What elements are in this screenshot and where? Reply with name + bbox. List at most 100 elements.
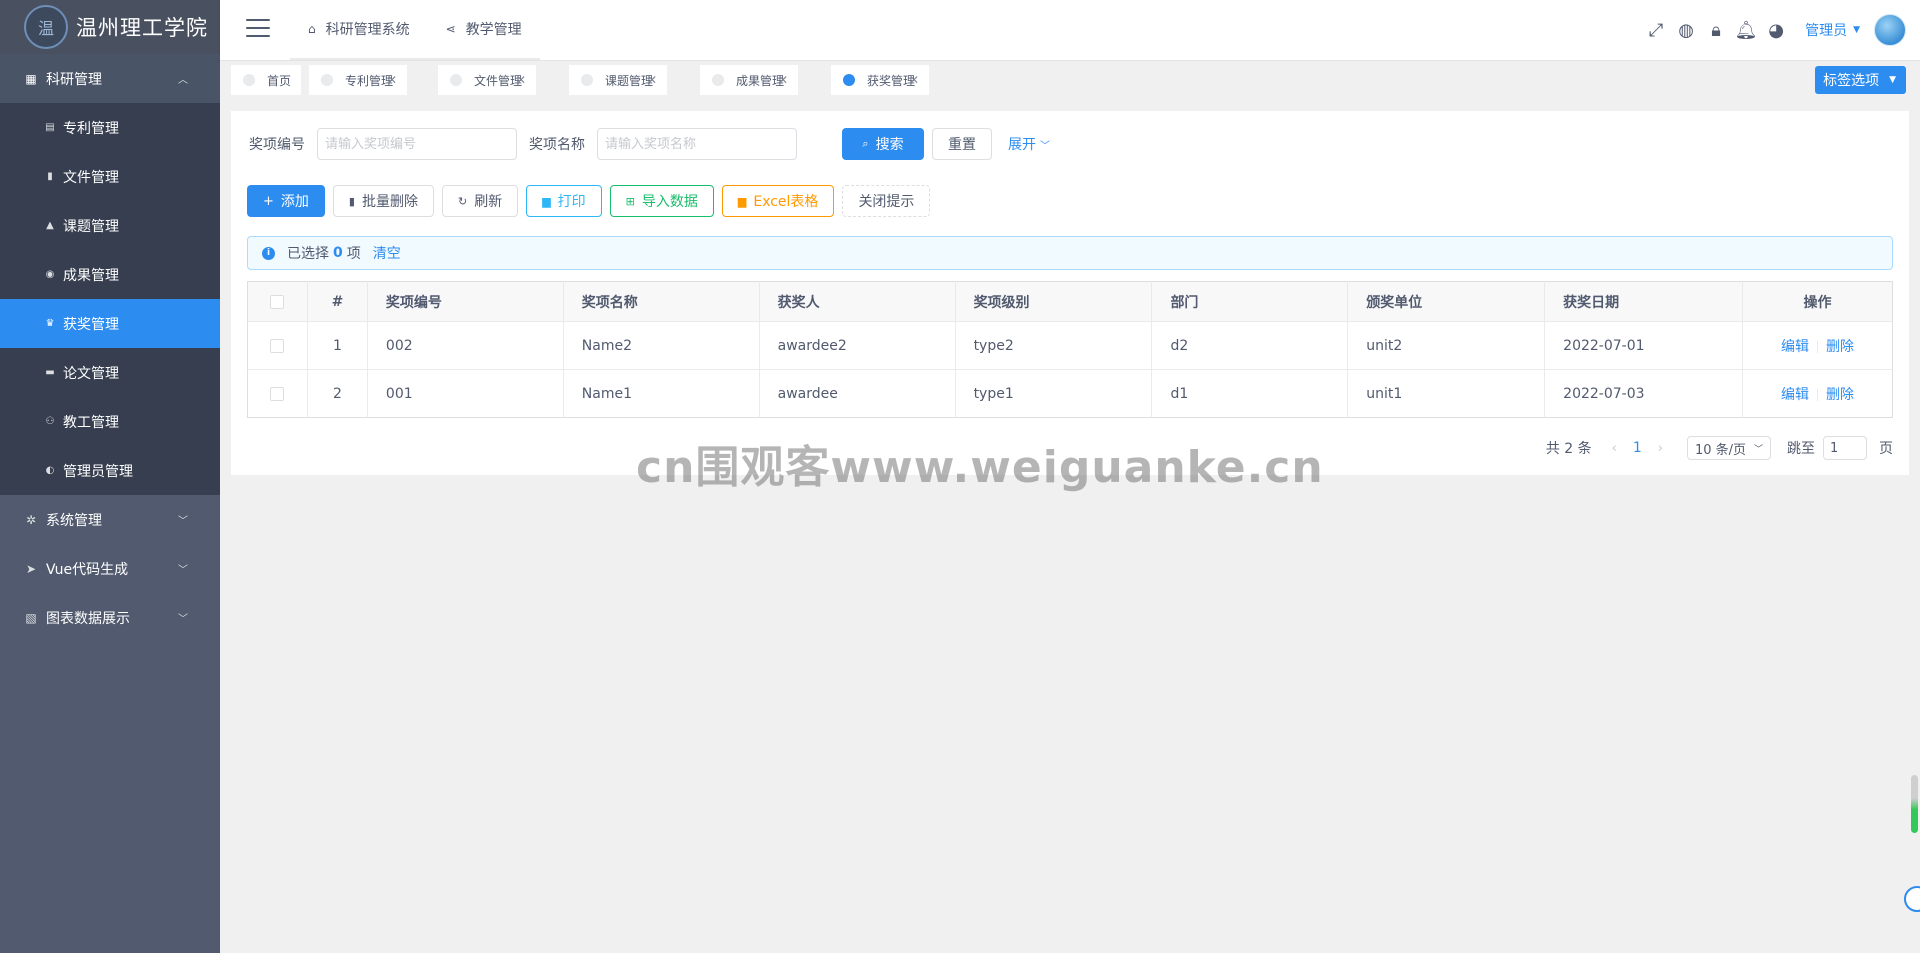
search-button-label: 搜索: [875, 137, 904, 153]
caret-down-icon[interactable]: ▼: [1853, 25, 1860, 35]
close-icon[interactable]: ✕: [778, 73, 788, 87]
award-name-input[interactable]: [597, 128, 797, 160]
tab-label: 获奖管理: [867, 73, 916, 88]
page-suffix: 页: [1879, 441, 1893, 457]
sidebar-item-patent[interactable]: ▤ 专利管理: [0, 103, 220, 152]
row-actions: 编辑 删除: [1742, 321, 1893, 370]
column-header[interactable]: 奖项名称: [563, 281, 760, 322]
table-row[interactable]: 1 002 Name2 awardee2 type2 d2 unit2 2022…: [247, 321, 1893, 370]
logo[interactable]: 温 温州理工学院: [0, 0, 220, 54]
import-button[interactable]: ⊞ 导入数据: [609, 185, 714, 217]
watermark: cn围观客www.weiguanke.cn: [636, 442, 1324, 493]
nav-research-system[interactable]: ⌂ 科研管理系统: [290, 0, 428, 58]
divider: [1817, 340, 1819, 353]
print-button[interactable]: ▆ 打印: [526, 185, 602, 217]
row-checkbox[interactable]: [270, 386, 285, 401]
caret-down-icon: ▼: [1889, 75, 1896, 85]
sidebar-item-label: 教工管理: [63, 414, 119, 431]
tag-options-button[interactable]: 标签选项 ▼: [1815, 66, 1906, 94]
printer-icon: ▆: [542, 194, 551, 208]
tab-award[interactable]: 获奖管理 ✕: [831, 65, 929, 95]
plus-icon: +: [263, 193, 274, 209]
globe-icon[interactable]: ◍: [1671, 20, 1701, 41]
grid-icon: ▦: [25, 71, 37, 86]
column-header[interactable]: 获奖人: [759, 281, 956, 322]
chart-icon: ▧: [25, 610, 37, 625]
award-name-label: 奖项名称: [529, 137, 585, 153]
sidebar-item-staff[interactable]: ⚇ 教工管理: [0, 397, 220, 446]
page-number-current[interactable]: 1: [1633, 440, 1642, 456]
sidebar-item-label: 论文管理: [63, 365, 119, 382]
table-row[interactable]: 2 001 Name1 awardee type1 d1 unit1 2022-…: [247, 369, 1893, 418]
tab-patent[interactable]: 专利管理 ✕: [309, 65, 407, 95]
content-card: 奖项编号 奖项名称 ⌕ 搜索 重置 展开 ﹀ + 添加 ▮ 批量删除 ↻ 刷新 ▆…: [231, 111, 1909, 475]
selection-prefix: 已选择: [287, 246, 329, 262]
sidebar-group-label: 图表数据展示: [46, 610, 130, 627]
award-code-label: 奖项编号: [249, 137, 305, 153]
sidebar-item-admin[interactable]: ◐ 管理员管理: [0, 446, 220, 495]
github-icon[interactable]: ◕: [1761, 20, 1791, 41]
hamburger-menu-icon[interactable]: [246, 19, 270, 39]
column-header[interactable]: 获奖日期: [1544, 281, 1744, 322]
tab-file[interactable]: 文件管理 ✕: [438, 65, 536, 95]
close-tip-button[interactable]: 关闭提示: [842, 185, 931, 217]
jump-page-input[interactable]: [1823, 436, 1867, 460]
close-icon[interactable]: ✕: [647, 73, 657, 87]
add-button[interactable]: + 添加: [247, 185, 325, 217]
sidebar-group-vue-codegen[interactable]: ➤ Vue代码生成 ﹀: [0, 544, 220, 593]
edit-link[interactable]: 编辑: [1781, 339, 1809, 355]
column-header[interactable]: 奖项级别: [955, 281, 1153, 322]
select-all-cell: [247, 281, 308, 322]
edit-link[interactable]: 编辑: [1781, 387, 1809, 403]
avatar[interactable]: [1874, 14, 1906, 46]
floating-widget-icon[interactable]: [1904, 886, 1920, 912]
scrollbar-thumb[interactable]: [1911, 775, 1918, 833]
import-icon: ⊞: [625, 194, 635, 208]
cell-department: d1: [1151, 369, 1349, 418]
school-name: 温州理工学院: [76, 16, 208, 40]
tab-home[interactable]: 首页: [231, 65, 301, 95]
nav-teaching[interactable]: ⋖ 教学管理: [428, 0, 540, 58]
sidebar-item-paper[interactable]: ▬ 论文管理: [0, 348, 220, 397]
close-icon[interactable]: ✕: [387, 73, 397, 87]
tab-project[interactable]: 课题管理 ✕: [569, 65, 667, 95]
page-size-value: 10 条/页: [1695, 442, 1747, 458]
row-checkbox[interactable]: [270, 338, 285, 353]
close-icon[interactable]: ✕: [909, 73, 919, 87]
sidebar-item-file[interactable]: ▮ 文件管理: [0, 152, 220, 201]
page-size-select[interactable]: 10 条/页 ﹀: [1687, 436, 1771, 460]
expand-link[interactable]: 展开 ﹀: [1008, 134, 1050, 154]
clear-selection-link[interactable]: 清空: [373, 243, 401, 263]
refresh-button[interactable]: ↻ 刷新: [441, 185, 519, 217]
delete-link[interactable]: 删除: [1826, 387, 1854, 403]
lock-icon[interactable]: 🔒︎: [1701, 20, 1731, 41]
column-header[interactable]: 部门: [1151, 281, 1349, 322]
prev-page-icon[interactable]: ‹: [1612, 441, 1617, 456]
search-button[interactable]: ⌕ 搜索: [842, 128, 924, 160]
reset-button[interactable]: 重置: [932, 128, 992, 160]
column-header[interactable]: 奖项编号: [367, 281, 564, 322]
next-page-icon[interactable]: ›: [1658, 441, 1663, 456]
row-select-cell: [247, 369, 308, 418]
user-name[interactable]: 管理员: [1805, 20, 1847, 40]
batch-delete-button[interactable]: ▮ 批量删除: [332, 185, 434, 217]
select-all-checkbox[interactable]: [270, 294, 285, 309]
cell-department: d2: [1151, 321, 1349, 370]
tab-achievement[interactable]: 成果管理 ✕: [700, 65, 798, 95]
sidebar-group-system[interactable]: ✲ 系统管理 ﹀: [0, 495, 220, 544]
delete-link[interactable]: 删除: [1826, 339, 1854, 355]
sidebar-group-research[interactable]: ▦ 科研管理 ︿: [0, 54, 220, 103]
tab-label: 成果管理: [736, 73, 785, 88]
bell-icon[interactable]: 🔔︎: [1731, 20, 1761, 41]
column-header[interactable]: 颁奖单位: [1347, 281, 1546, 322]
sidebar-item-achievement[interactable]: ◉ 成果管理: [0, 250, 220, 299]
sidebar-item-project[interactable]: ▲ 课题管理: [0, 201, 220, 250]
sidebar-item-award[interactable]: ♛ 获奖管理: [0, 299, 220, 348]
sidebar-item-label: 课题管理: [63, 218, 119, 235]
fullscreen-icon[interactable]: ⤢: [1641, 20, 1671, 41]
book-icon: ▬: [45, 367, 55, 378]
award-code-input[interactable]: [317, 128, 517, 160]
close-icon[interactable]: ✕: [516, 73, 526, 87]
sidebar-group-charts[interactable]: ▧ 图表数据展示 ﹀: [0, 593, 220, 642]
excel-button[interactable]: ▆ Excel表格: [721, 185, 835, 217]
